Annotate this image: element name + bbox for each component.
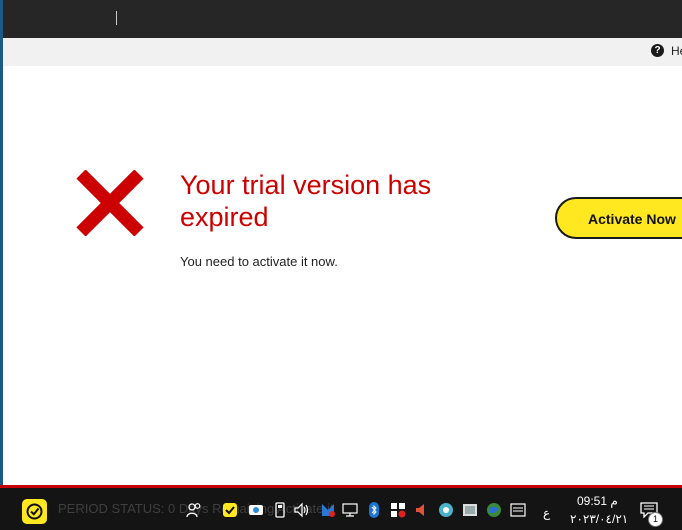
norton-app-icon[interactable] — [22, 499, 47, 524]
app-tray-icon[interactable] — [438, 502, 454, 518]
clock-date[interactable]: ٢٠٢٣/٠٤/٢١ — [570, 512, 628, 526]
activate-now-label: Activate Now — [588, 211, 676, 227]
notification-count-badge: 1 — [648, 512, 663, 527]
title-cursor — [116, 11, 117, 25]
activate-now-button[interactable]: Activate Now — [555, 197, 682, 239]
security-center-icon[interactable] — [390, 502, 406, 518]
onedrive-sync-icon[interactable] — [248, 502, 264, 518]
expired-message: You need to activate it now. — [180, 254, 338, 269]
usb-drive-icon[interactable] — [272, 502, 288, 518]
input-language[interactable]: ع — [543, 506, 550, 520]
people-icon[interactable] — [186, 502, 202, 518]
keyboard-icon[interactable] — [510, 502, 526, 518]
speaker-muted-icon[interactable] — [414, 502, 430, 518]
norton-tray-icon[interactable] — [222, 502, 238, 518]
expired-x-icon — [76, 170, 144, 236]
clock-time[interactable]: م 09:51 — [577, 494, 618, 508]
help-bar: ? He — [3, 38, 682, 66]
expired-title: Your trial version has expired — [180, 170, 432, 232]
title-bar — [3, 0, 682, 38]
app-window: ? He Your trial version has expired You … — [3, 0, 682, 487]
defender-alert-icon[interactable] — [320, 502, 336, 518]
taskbar: PERIOD STATUS: 0 Days Remaining Activate… — [0, 485, 682, 530]
volume-icon[interactable] — [294, 502, 310, 518]
network-icon[interactable] — [342, 502, 358, 518]
earth-icon[interactable] — [486, 502, 502, 518]
help-icon[interactable]: ? — [651, 44, 664, 57]
bluetooth-icon[interactable] — [366, 502, 382, 518]
image-viewer-icon[interactable] — [462, 502, 478, 518]
help-link[interactable]: He — [671, 44, 682, 58]
